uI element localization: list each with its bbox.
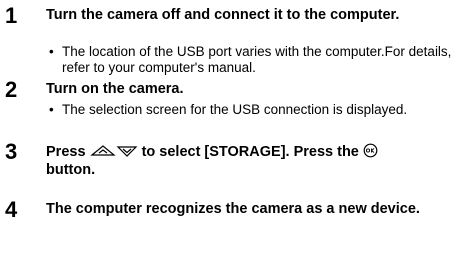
step-bullet: • The selection screen for the USB conne… <box>49 102 468 118</box>
bullet-dot: • <box>49 102 54 117</box>
step-title: Press to select [STORAGE]. Press the but… <box>46 143 468 178</box>
step-title: The computer recognizes the camera as a … <box>46 201 420 217</box>
down-arrow-button-icon <box>116 144 138 162</box>
step-number: 1 <box>5 3 18 28</box>
step-number: 3 <box>5 139 18 164</box>
step-number: 4 <box>5 197 18 222</box>
step-title: Turn on the camera. <box>46 81 184 97</box>
bullet-text: The selection screen for the USB connect… <box>62 102 408 117</box>
title-text-press: Press <box>46 144 86 160</box>
step-bullet: • The location of the USB port varies wi… <box>49 44 468 75</box>
step-title: Turn the camera off and connect it to th… <box>46 7 400 23</box>
step-number: 2 <box>5 77 18 102</box>
bullet-dot: • <box>49 44 54 59</box>
up-arrow-button-icon <box>89 144 116 162</box>
title-text-button: button. <box>46 162 96 178</box>
bullet-text: The location of the USB port varies with… <box>62 44 452 75</box>
ok-button-icon <box>363 143 378 162</box>
title-text-select: to select [STORAGE]. Press the <box>141 144 359 160</box>
